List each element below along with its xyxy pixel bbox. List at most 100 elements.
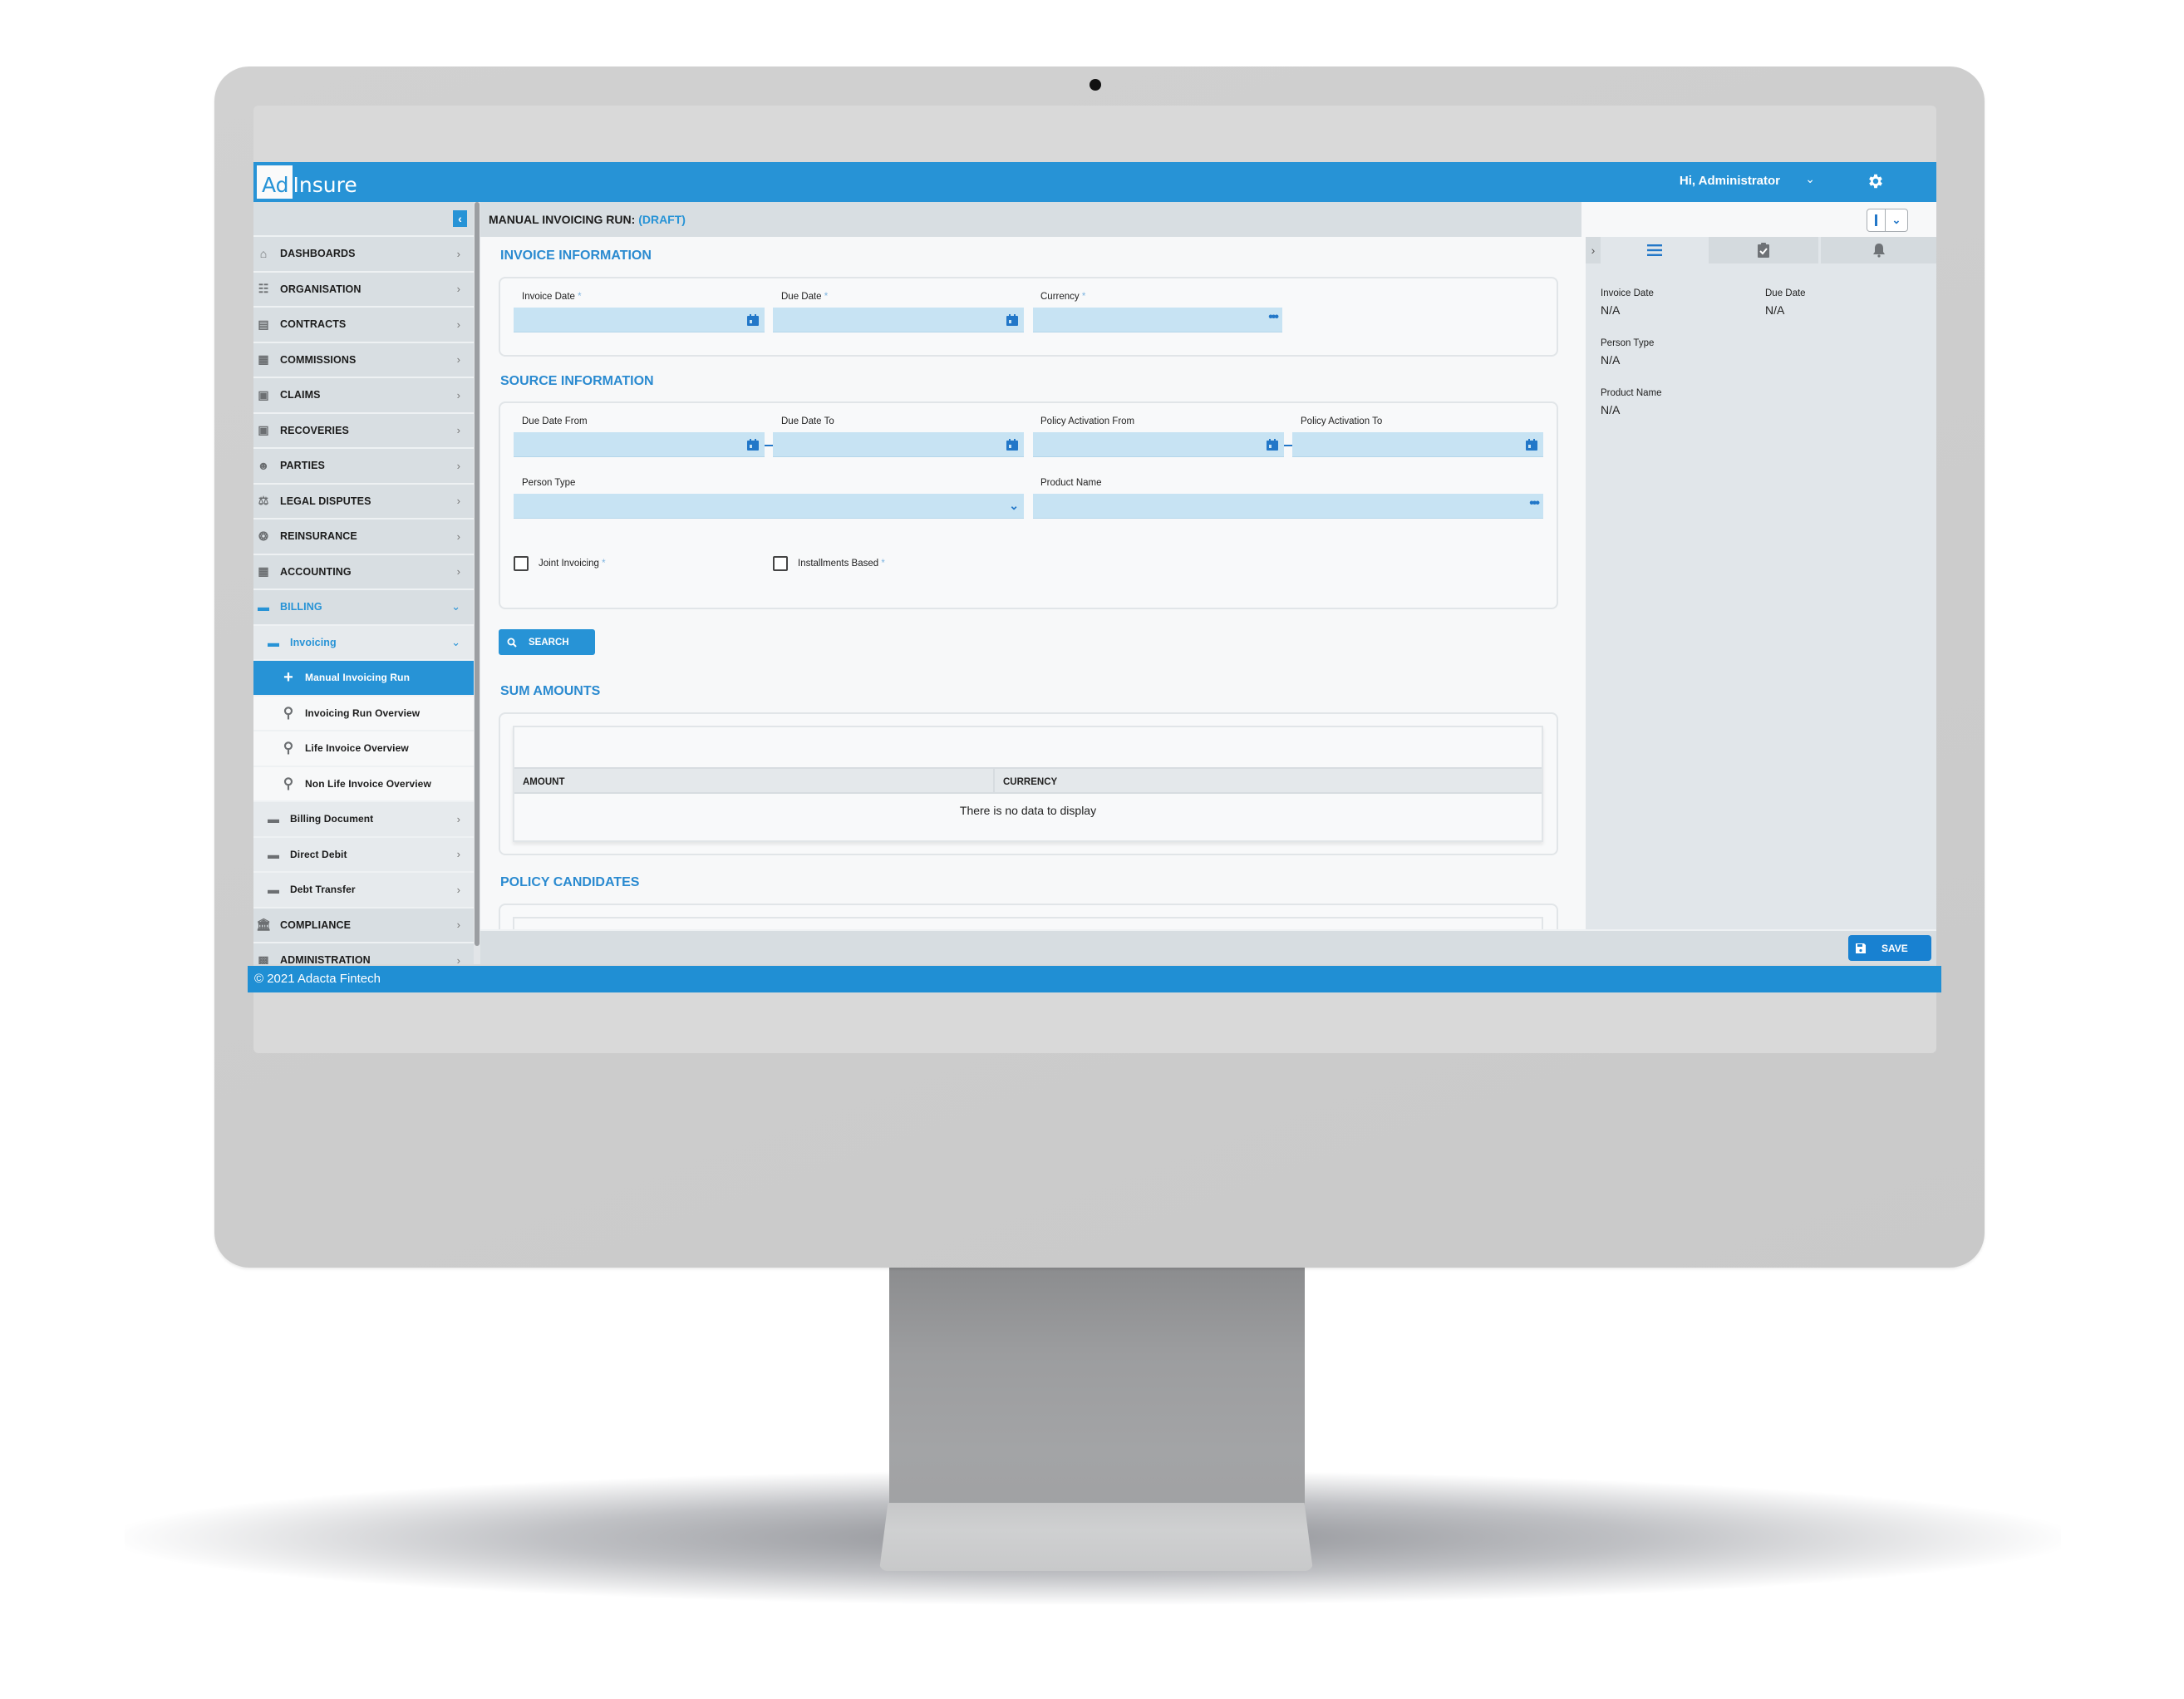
chevron-down-icon: ⌄ bbox=[1891, 214, 1901, 226]
bank-icon: 🏛 bbox=[256, 918, 271, 932]
product-name-input[interactable]: ••• bbox=[1033, 494, 1543, 519]
joint-invoicing-checkbox[interactable] bbox=[514, 556, 529, 571]
chevron-down-icon: ⌄ bbox=[451, 635, 460, 648]
sidebar-item-dashboards[interactable]: ⌂ DASHBOARDS › bbox=[253, 237, 474, 273]
sidebar-item-invoicing-run-overview[interactable]: ⚲ Invoicing Run Overview bbox=[253, 696, 474, 731]
sidebar-item-administration[interactable]: ▩ ADMINISTRATION › bbox=[253, 943, 474, 964]
sidebar-item-organisation[interactable]: ☷ ORGANISATION › bbox=[253, 273, 474, 308]
sidebar-scrollbar[interactable] bbox=[474, 202, 480, 964]
installments-based-checkbox[interactable] bbox=[773, 556, 788, 571]
column-header-currency[interactable]: CURRENCY bbox=[995, 769, 1057, 792]
chevron-right-icon: › bbox=[456, 283, 460, 296]
label-text: Currency bbox=[1040, 292, 1080, 302]
section-title-invoice-information: INVOICE INFORMATION bbox=[500, 249, 652, 263]
person-type-select[interactable]: ⌄ bbox=[514, 494, 1024, 519]
sidebar-item-label: CONTRACTS bbox=[280, 318, 347, 331]
sidebar-item-label: ACCOUNTING bbox=[280, 565, 352, 578]
collapse-panel-button[interactable]: › bbox=[1586, 237, 1601, 263]
invoice-date-label: Invoice Date * bbox=[522, 292, 582, 302]
chevron-right-icon: › bbox=[456, 353, 460, 367]
sidebar-item-parties[interactable]: ☻ PARTIES › bbox=[253, 449, 474, 485]
calendar-icon[interactable] bbox=[1006, 313, 1019, 327]
save-button-label: SAVE bbox=[1881, 942, 1908, 954]
monitor-stand-neck bbox=[889, 1259, 1305, 1534]
tab-tasks[interactable] bbox=[1709, 237, 1818, 263]
search-icon: ⚲ bbox=[283, 704, 294, 721]
search-icon: ⚲ bbox=[283, 775, 294, 791]
empty-table-message: There is no data to display bbox=[959, 804, 1097, 817]
sidebar-item-reinsurance[interactable]: ❂ REINSURANCE › bbox=[253, 520, 474, 555]
sidebar-item-invoicing[interactable]: ▬ Invoicing ⌄ bbox=[253, 625, 474, 661]
sidebar-item-label: Non Life Invoice Overview bbox=[305, 777, 431, 790]
policy-candidates-table bbox=[513, 917, 1543, 929]
sidebar-scrollbar-thumb[interactable] bbox=[475, 202, 480, 946]
chevron-right-icon: › bbox=[456, 459, 460, 472]
calculator-icon: ▦ bbox=[258, 564, 269, 579]
more-options-icon[interactable]: ••• bbox=[1268, 310, 1279, 325]
label-text: Due Date bbox=[781, 292, 822, 302]
due-date-to-input[interactable] bbox=[773, 432, 1024, 457]
sidebar-item-label: Debt Transfer bbox=[290, 884, 356, 896]
info-button[interactable] bbox=[1867, 209, 1886, 231]
contract-icon: ▤ bbox=[258, 317, 269, 331]
top-bar: Ad Insure Hi, Administrator ⌄ bbox=[253, 162, 1936, 202]
sidebar-item-billing-document[interactable]: ▬ Billing Document › bbox=[253, 802, 474, 838]
policy-activation-to-input[interactable] bbox=[1292, 432, 1543, 457]
chevron-right-icon: › bbox=[456, 247, 460, 260]
sidebar-item-accounting[interactable]: ▦ ACCOUNTING › bbox=[253, 555, 474, 590]
logo[interactable]: Ad Insure bbox=[257, 165, 357, 199]
sidebar-item-label: COMMISSIONS bbox=[280, 353, 357, 366]
required-marker: * bbox=[578, 292, 582, 302]
calendar-icon[interactable] bbox=[746, 313, 760, 327]
due-date-input[interactable] bbox=[773, 308, 1024, 332]
collapse-sidebar-button[interactable]: ‹ bbox=[453, 210, 467, 227]
source-information-card: Due Date From Due Date To Policy Activat… bbox=[499, 401, 1558, 609]
sidebar-item-debt-transfer[interactable]: ▬ Debt Transfer › bbox=[253, 873, 474, 909]
sidebar-item-non-life-invoice-overview[interactable]: ⚲ Non Life Invoice Overview bbox=[253, 766, 474, 802]
search-icon bbox=[507, 638, 517, 648]
main-content: INVOICE INFORMATION Invoice Date * Due D… bbox=[480, 237, 1579, 929]
search-button[interactable]: SEARCH bbox=[499, 629, 595, 655]
currency-label: Currency * bbox=[1040, 292, 1085, 302]
calendar-icon[interactable] bbox=[1525, 438, 1538, 451]
column-header-amount[interactable]: AMOUNT bbox=[514, 769, 995, 792]
sidebar-item-manual-invoicing-run[interactable]: + Manual Invoicing Run bbox=[253, 661, 474, 697]
search-icon: ⚲ bbox=[283, 740, 294, 756]
sidebar-item-label: Billing Document bbox=[290, 813, 374, 825]
calendar-icon[interactable] bbox=[1006, 438, 1019, 451]
chevron-down-icon[interactable]: ⌄ bbox=[1805, 172, 1815, 186]
sidebar-item-label: Manual Invoicing Run bbox=[305, 672, 411, 684]
header-dropdown-button[interactable]: ⌄ bbox=[1886, 209, 1907, 231]
sidebar-item-life-invoice-overview[interactable]: ⚲ Life Invoice Overview bbox=[253, 731, 474, 767]
tab-summary[interactable] bbox=[1601, 237, 1709, 263]
sidebar-item-compliance[interactable]: 🏛 COMPLIANCE › bbox=[253, 909, 474, 943]
sidebar-item-label: DASHBOARDS bbox=[280, 248, 356, 260]
users-icon: ☻ bbox=[257, 459, 270, 473]
save-button[interactable]: SAVE bbox=[1848, 935, 1931, 961]
currency-input[interactable]: ••• bbox=[1033, 308, 1282, 332]
briefcase-icon: ▣ bbox=[258, 423, 269, 437]
more-options-icon[interactable]: ••• bbox=[1529, 496, 1540, 511]
sidebar-item-billing[interactable]: ▬ BILLING ⌄ bbox=[253, 590, 474, 626]
calendar-icon[interactable] bbox=[746, 438, 760, 451]
gear-icon[interactable] bbox=[1867, 172, 1885, 190]
user-greeting[interactable]: Hi, Administrator bbox=[1680, 174, 1780, 188]
policy-activation-from-input[interactable] bbox=[1033, 432, 1284, 457]
sidebar-item-commissions[interactable]: ▦ COMMISSIONS › bbox=[253, 343, 474, 378]
summary-invoice-date-value: N/A bbox=[1601, 303, 1621, 317]
calendar-icon[interactable] bbox=[1266, 438, 1279, 451]
sidebar-item-recoveries[interactable]: ▣ RECOVERIES › bbox=[253, 414, 474, 449]
sidebar-item-contracts[interactable]: ▤ CONTRACTS › bbox=[253, 308, 474, 343]
summary-product-name-label: Product Name bbox=[1601, 388, 1662, 398]
chevron-down-icon[interactable]: ⌄ bbox=[1009, 499, 1019, 513]
lifebuoy-icon: ❂ bbox=[258, 529, 268, 543]
tab-notifications[interactable] bbox=[1821, 237, 1936, 263]
sidebar-item-claims[interactable]: ▣ CLAIMS › bbox=[253, 378, 474, 414]
chevron-right-icon: › bbox=[456, 388, 460, 401]
sidebar-item-legal-disputes[interactable]: ⚖ LEGAL DISPUTES › bbox=[253, 485, 474, 520]
sidebar-item-direct-debit[interactable]: ▬ Direct Debit › bbox=[253, 837, 474, 873]
chevron-right-icon: › bbox=[456, 918, 460, 932]
due-date-from-input[interactable] bbox=[514, 432, 765, 457]
admin-icon: ▩ bbox=[258, 953, 269, 964]
invoice-date-input[interactable] bbox=[514, 308, 765, 332]
